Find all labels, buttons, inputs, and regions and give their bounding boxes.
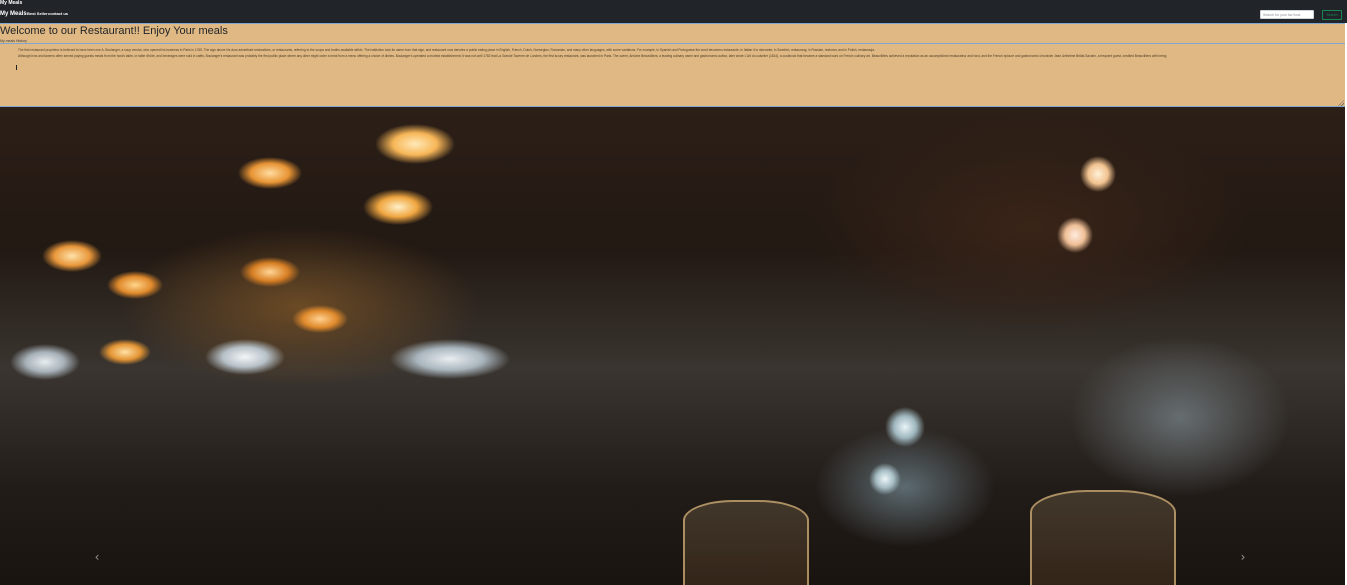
- chevron-right-icon[interactable]: ›: [1236, 550, 1250, 564]
- hero-carousel: ‹ ›: [0, 107, 1345, 585]
- history-textarea[interactable]: The first restaurant proprietor is belie…: [0, 43, 1345, 107]
- chevron-left-icon[interactable]: ‹: [90, 550, 104, 564]
- search-input[interactable]: [1260, 10, 1314, 19]
- search-button[interactable]: Search: [1322, 10, 1342, 20]
- window-title: My Meals: [0, 0, 23, 6]
- history-panel: Welcome to our Restaurant!! Enjoy Your m…: [0, 23, 1345, 107]
- history-paragraph-2: Although inns and taverns often served p…: [18, 54, 1167, 58]
- wine-glass-image: [1030, 490, 1176, 585]
- brand-logo[interactable]: My Meals: [0, 10, 27, 18]
- navbar: My Meals Best Seller contact us Search: [0, 0, 1347, 23]
- text-cursor: [16, 65, 17, 70]
- wine-glass-image: [683, 500, 809, 585]
- resize-handle-icon[interactable]: [1338, 100, 1344, 106]
- nav-link-contact-us[interactable]: contact us: [48, 11, 68, 17]
- welcome-title: Welcome to our Restaurant!! Enjoy Your m…: [0, 25, 228, 37]
- nav-link-best-seller[interactable]: Best Seller: [27, 11, 48, 17]
